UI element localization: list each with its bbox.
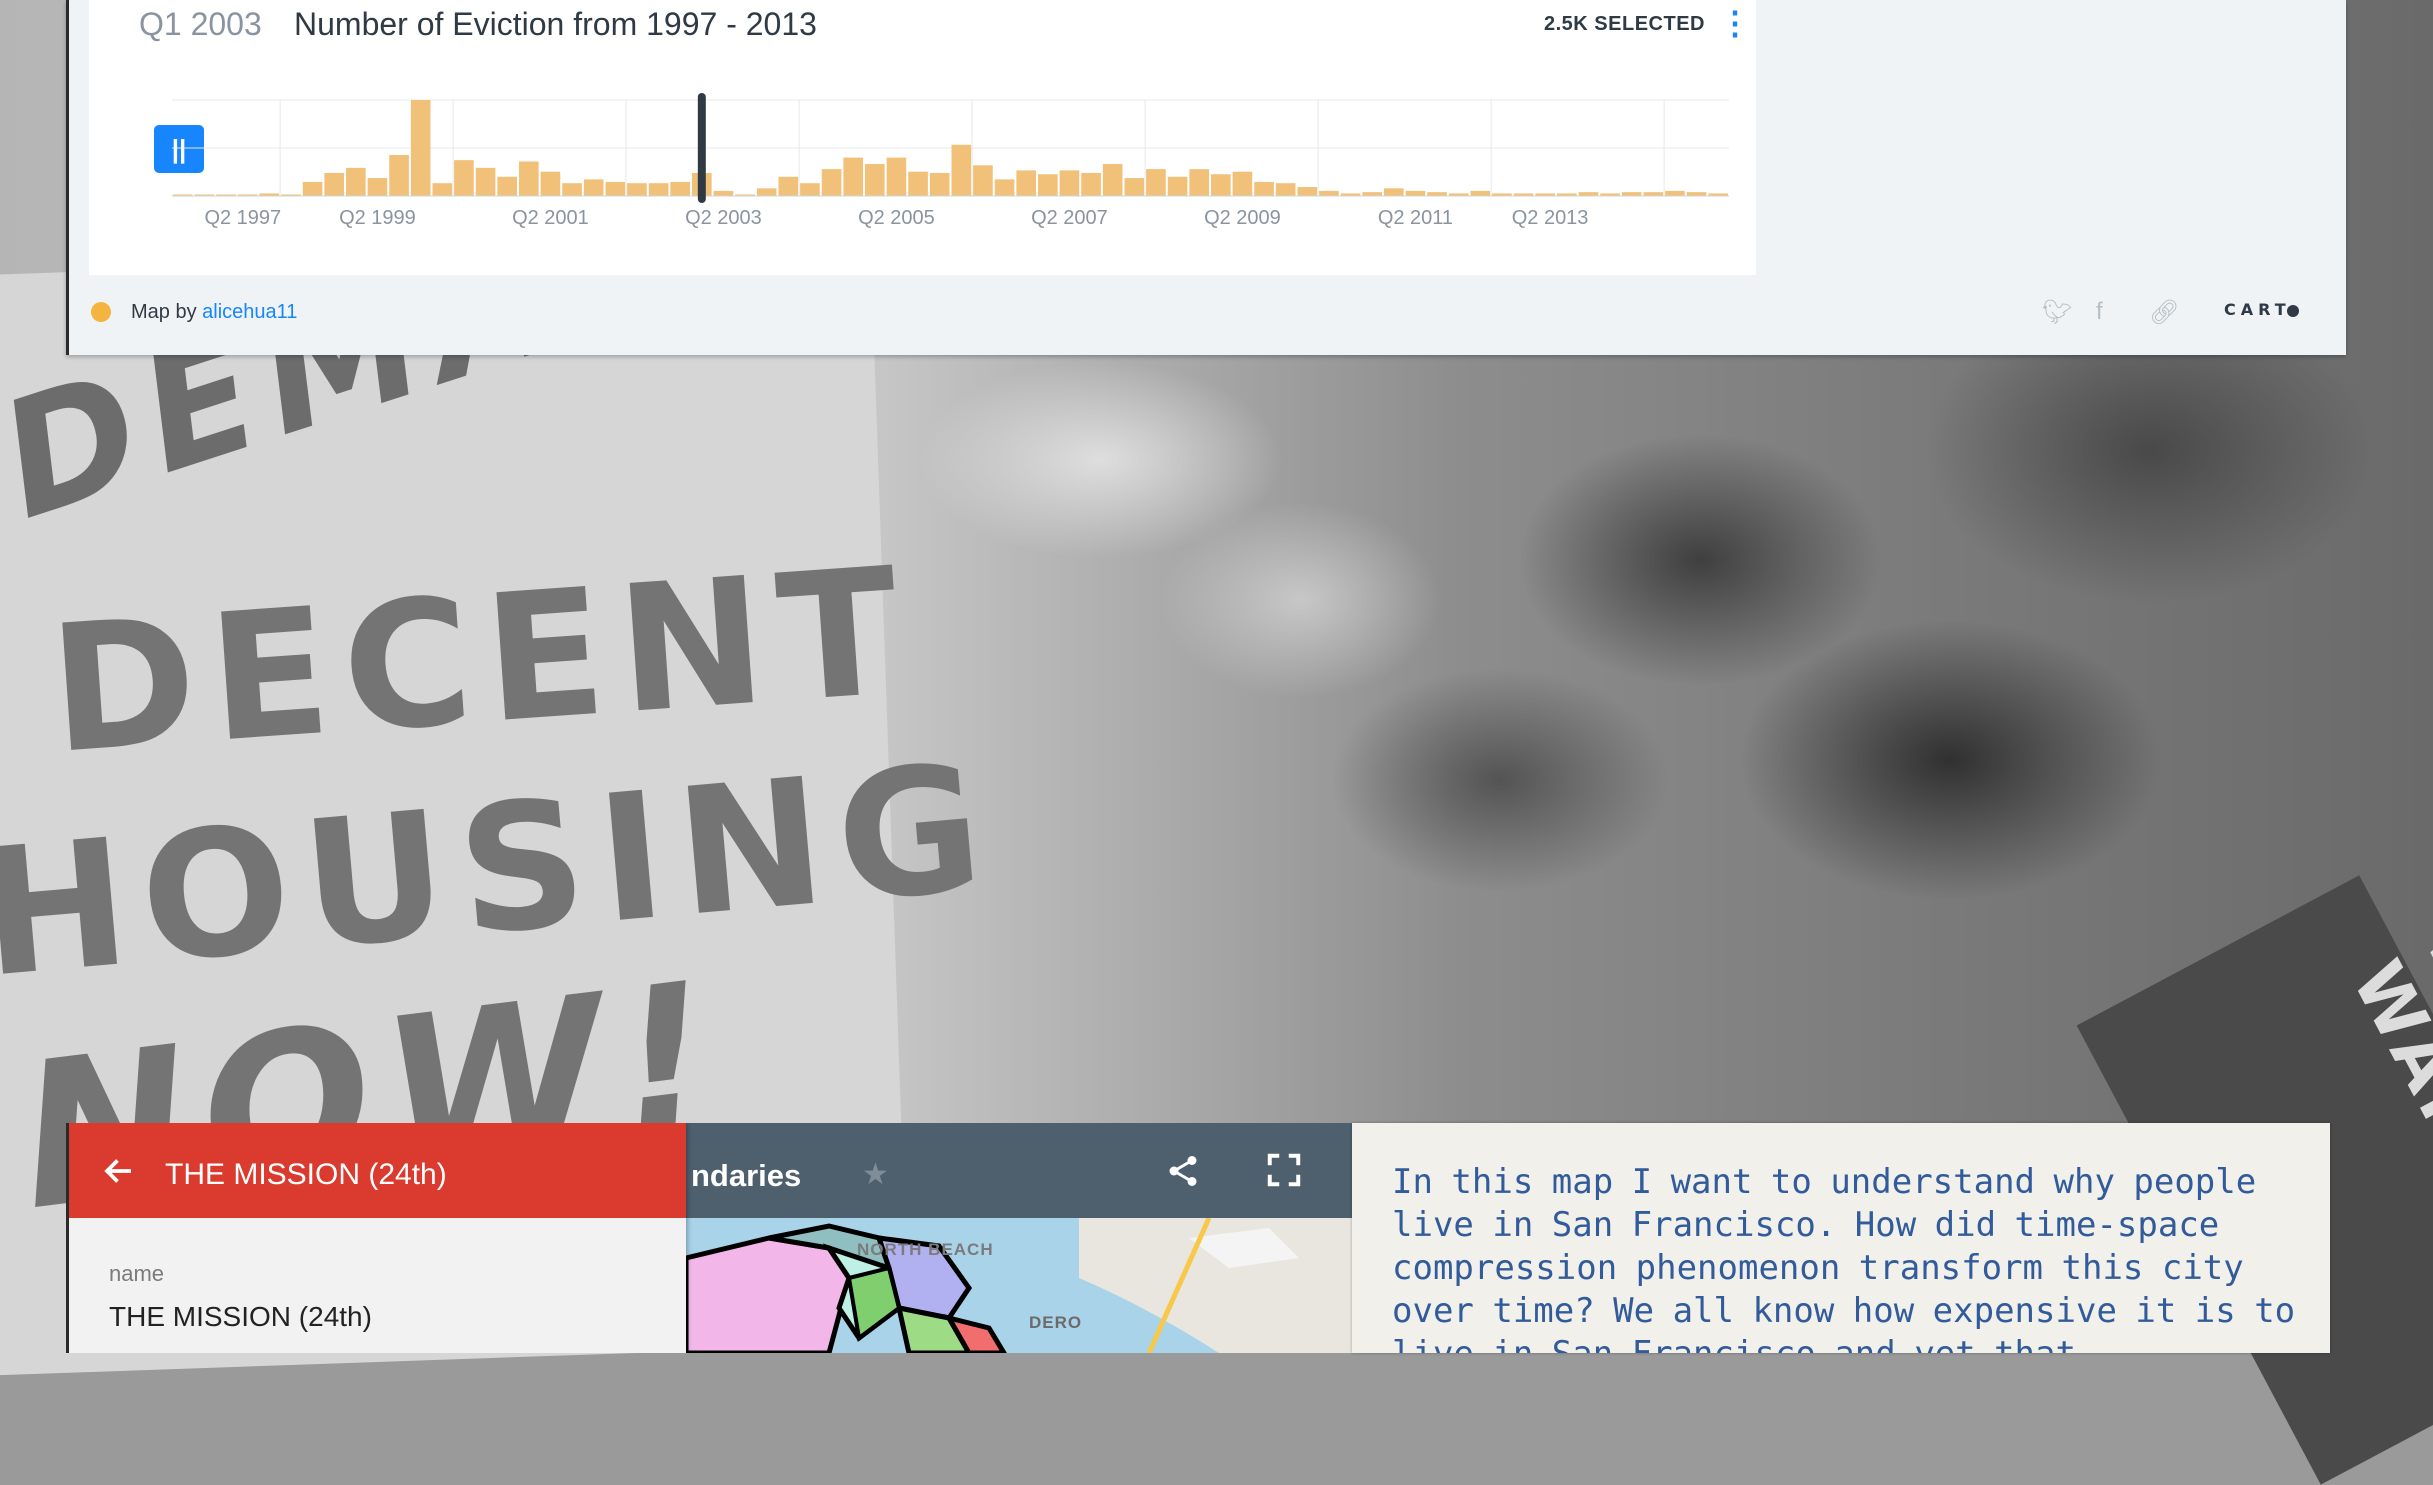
chart-bar[interactable]	[929, 172, 950, 196]
feature-info-title: THE MISSION (24th)	[165, 1158, 447, 1191]
chart-bar[interactable]	[670, 181, 690, 196]
chart-bar[interactable]	[605, 181, 626, 196]
chart-bar[interactable]	[519, 161, 539, 196]
chart-bar[interactable]	[1211, 174, 1231, 196]
chart-bar[interactable]	[994, 179, 1015, 196]
chart-bar[interactable]	[302, 181, 323, 196]
chart-x-tick-label: Q2 2009	[1204, 207, 1281, 229]
carto-brand-dot	[2286, 304, 2299, 317]
fullscreen-icon[interactable]	[1265, 1151, 1303, 1189]
carto-embed: Q1 2003 Number of Eviction from 1997 - 2…	[66, 0, 2346, 355]
chart-bar[interactable]	[1362, 192, 1382, 196]
chart-x-tick-label: Q2 2001	[512, 207, 589, 229]
chart-bar[interactable]	[1059, 170, 1080, 196]
chart-bar[interactable]	[821, 169, 842, 196]
chart-bar[interactable]	[1427, 192, 1447, 196]
chart-x-tick-label: Q2 2011	[1378, 207, 1453, 229]
chart-bar[interactable]	[1578, 192, 1599, 196]
star-icon[interactable]: ★	[862, 1157, 889, 1192]
carto-logo-icon	[91, 302, 111, 322]
twitter-icon[interactable]: 🐦︎	[2042, 298, 2072, 327]
chart-bar[interactable]	[1275, 183, 1296, 196]
chart-bar[interactable]	[410, 100, 431, 196]
chart-bar[interactable]	[389, 155, 409, 196]
eviction-histogram[interactable]: Q2 1997 Q2 1999 Q2 2001 Q2 2003 Q2 2005 Q2 20…	[89, 0, 1756, 275]
arrow-left-icon[interactable]	[101, 1153, 137, 1189]
chart-bar[interactable]	[778, 176, 799, 196]
chart-bar[interactable]	[324, 172, 344, 196]
chart-bar[interactable]	[1405, 190, 1426, 196]
map-label-dero: DERO	[1029, 1313, 1083, 1332]
chart-bar[interactable]	[1297, 187, 1318, 196]
feature-info-panel: THE MISSION (24th) name THE MISSION (24t…	[69, 1123, 686, 1353]
chart-bar[interactable]	[1016, 170, 1036, 196]
chart-bar[interactable]	[540, 171, 561, 196]
chart-bar[interactable]	[1038, 174, 1058, 196]
narrative-card: In this map I want to understand why peo…	[1352, 1123, 2330, 1353]
chart-bar[interactable]	[886, 157, 907, 196]
chart-x-tick-label: Q2 1999	[339, 207, 416, 229]
facebook-icon[interactable]: f	[2096, 298, 2103, 326]
chart-bar[interactable]	[1254, 181, 1274, 196]
map-title: ndaries	[691, 1158, 802, 1193]
chart-bar[interactable]	[1621, 192, 1642, 196]
chart-bar[interactable]	[367, 178, 388, 196]
chart-bar[interactable]	[627, 183, 647, 196]
chart-bar[interactable]	[843, 157, 863, 196]
chart-bar[interactable]	[583, 179, 604, 196]
field-label-name: name	[109, 1261, 165, 1286]
map-by-label: Map by	[131, 301, 197, 323]
chart-bar[interactable]	[475, 167, 496, 196]
chart-bar[interactable]	[562, 183, 582, 196]
chart-x-tick-label: Q2 2003	[685, 207, 762, 229]
chart-bar[interactable]	[908, 171, 928, 196]
chart-bar[interactable]	[346, 167, 366, 196]
chart-x-tick-label: Q2 2013	[1512, 207, 1589, 229]
chart-bar[interactable]	[1189, 169, 1209, 196]
chart-bar[interactable]	[973, 165, 993, 196]
chart-bar[interactable]	[951, 144, 972, 196]
chart-bar[interactable]	[1232, 171, 1253, 196]
chart-bar[interactable]	[800, 183, 820, 196]
chart-bar[interactable]	[1124, 178, 1145, 196]
field-value-name: THE MISSION (24th)	[109, 1301, 372, 1332]
chart-bar[interactable]	[1643, 192, 1664, 196]
chart-bar[interactable]	[432, 183, 453, 196]
chart-bar[interactable]	[1319, 190, 1339, 196]
chart-x-tick-label: Q2 1997	[204, 207, 281, 229]
chart-bar[interactable]	[454, 160, 474, 196]
carto-brand-text: CART	[2224, 300, 2291, 319]
share-icon[interactable]	[1165, 1153, 1201, 1189]
chart-bar[interactable]	[1470, 190, 1491, 196]
chart-bar[interactable]	[1081, 172, 1101, 196]
chart-bar[interactable]	[1102, 164, 1123, 196]
chart-bar[interactable]	[756, 188, 777, 196]
map-credit: Map by alicehua11	[131, 301, 297, 324]
chart-bar[interactable]	[1665, 190, 1685, 196]
narrative-text: In this map I want to understand why peo…	[1392, 1162, 2296, 1353]
map-label-north-beach: NORTH BEACH	[857, 1240, 994, 1259]
chart-x-tick-label: Q2 2007	[1031, 207, 1108, 229]
map-panel: ndaries ★ NORTH BEACH DERO THE MISSION (…	[66, 1123, 1353, 1353]
chart-bar[interactable]	[1146, 169, 1166, 196]
link-icon[interactable]: 🔗︎	[2149, 298, 2179, 327]
chart-x-tick-label: Q2 2005	[858, 207, 935, 229]
chart-bar[interactable]	[497, 176, 517, 196]
chart-bar[interactable]	[1167, 176, 1188, 196]
feature-info-header: THE MISSION (24th)	[69, 1123, 686, 1218]
chart-bar[interactable]	[648, 183, 669, 196]
author-link[interactable]: alicehua11	[202, 301, 297, 323]
time-cursor-handle[interactable]	[697, 93, 706, 203]
chart-bar[interactable]	[1384, 188, 1404, 196]
time-series-widget: Q1 2003 Number of Eviction from 1997 - 2…	[89, 0, 1756, 275]
chart-bar[interactable]	[1686, 192, 1707, 196]
carto-brand[interactable]: CART	[2224, 300, 2299, 319]
chart-bar[interactable]	[713, 190, 734, 196]
chart-bar[interactable]	[865, 164, 885, 196]
